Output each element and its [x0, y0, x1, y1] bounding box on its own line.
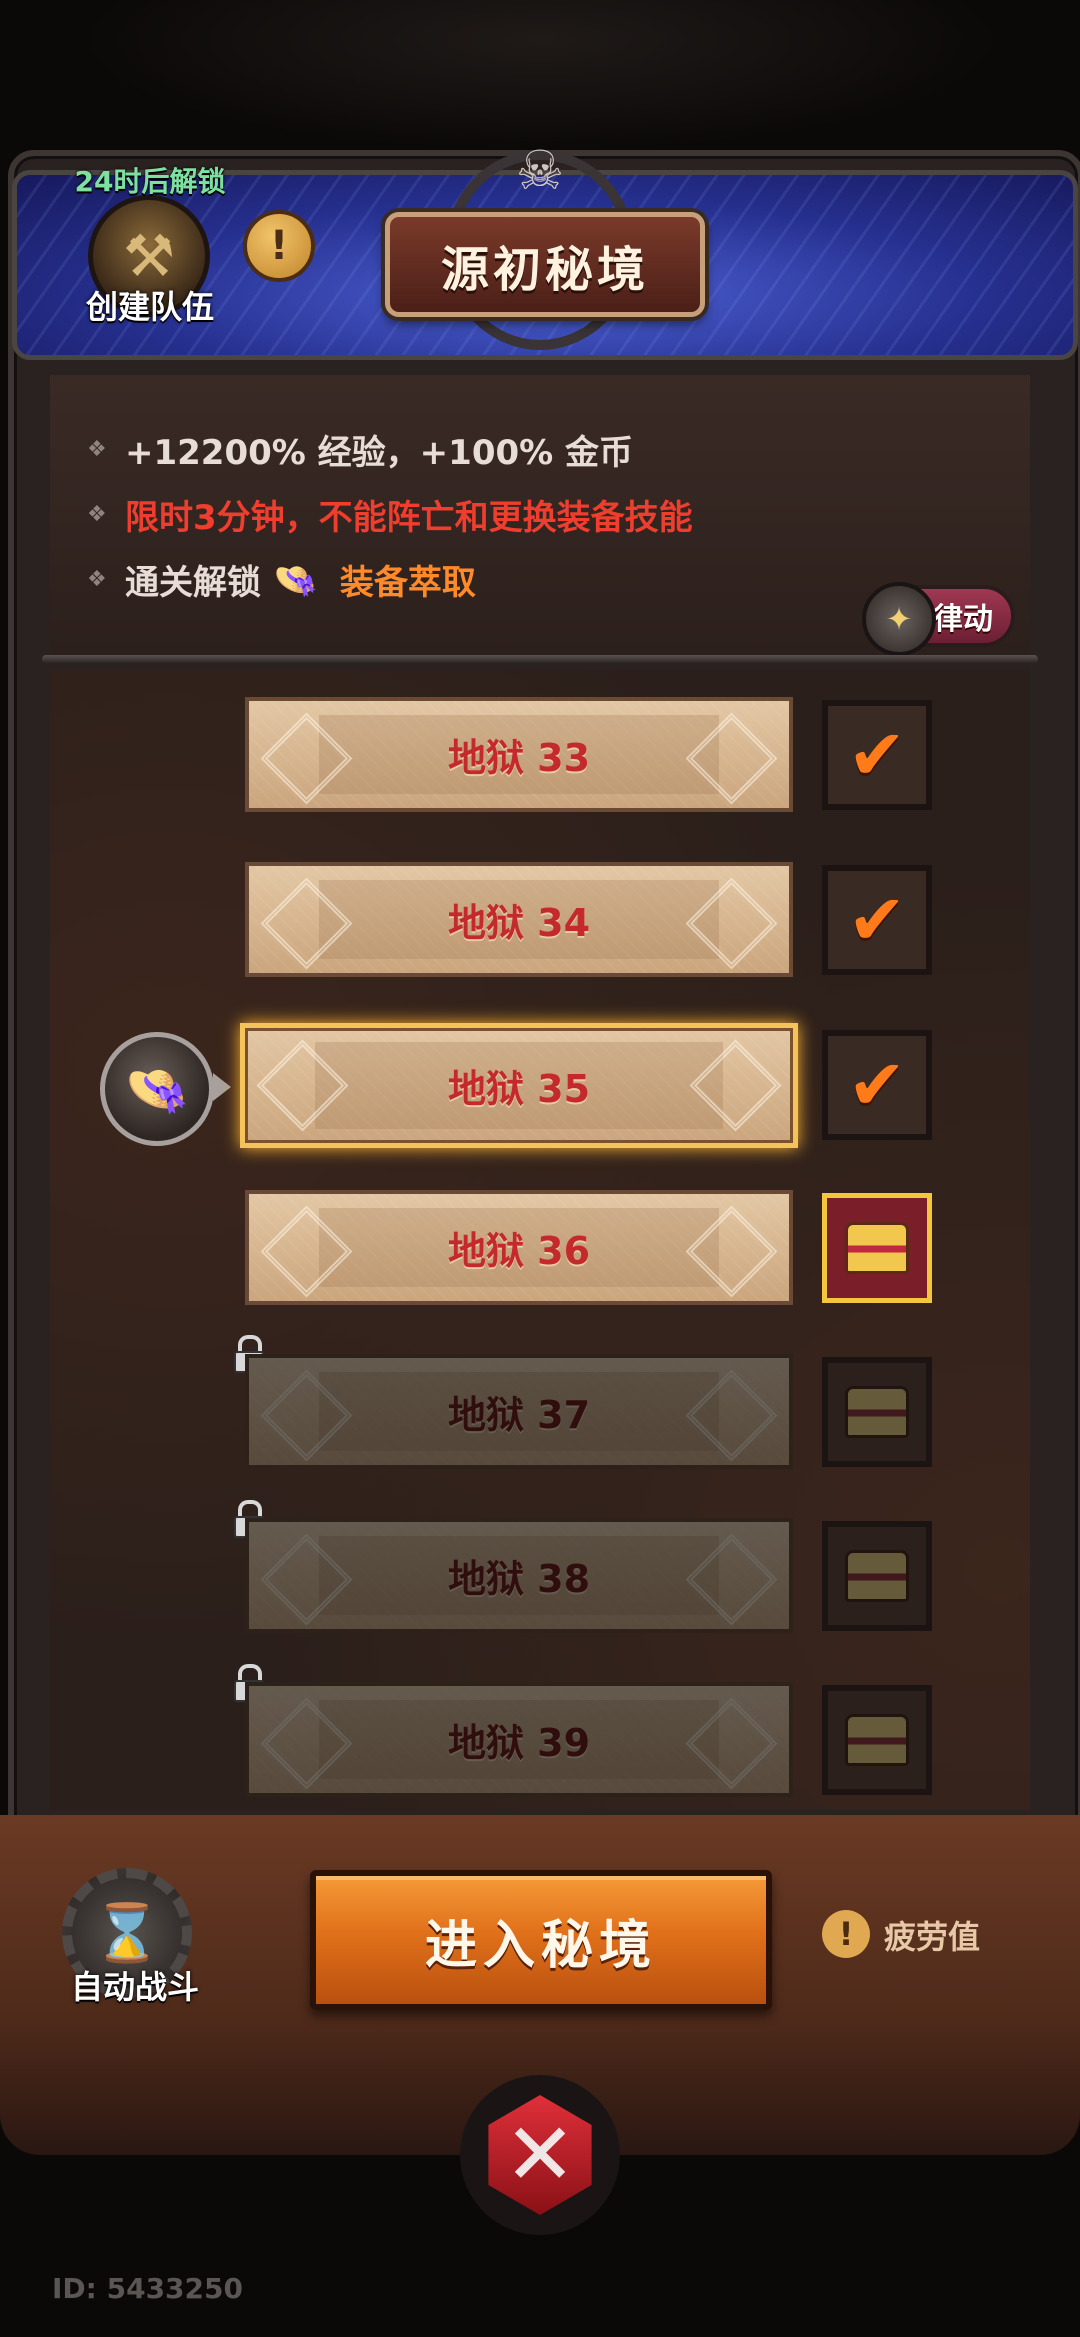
page-title: 源初秘境 — [440, 241, 649, 298]
user-id: ID: 5433250 — [52, 2272, 243, 2305]
level-item-37[interactable]: 地狱 37 — [245, 1354, 793, 1469]
bullet-icon: ❖ — [87, 502, 107, 527]
chest-icon — [845, 1386, 909, 1438]
limit-row: ❖ 限时3分钟，不能阵亡和更换装备技能 — [87, 490, 693, 539]
level-label: 地狱 39 — [447, 1721, 591, 1765]
level-label: 地狱 36 — [447, 1229, 591, 1273]
level-label: 地狱 33 — [447, 736, 591, 780]
bonus-row: ❖ +12200% 经验，+100% 金币 — [87, 425, 634, 474]
unlock-row: ❖ 通关解锁 👒 装备萃取 — [87, 555, 476, 604]
level-label: 地狱 38 — [447, 1557, 591, 1601]
rhythm-emblem-icon: ✦ — [862, 582, 936, 656]
info-button[interactable]: ! — [243, 210, 315, 282]
limit-text: 限时3分钟，不能阵亡和更换装备技能 — [125, 498, 693, 538]
enter-dungeon-button[interactable]: 进入秘境 — [310, 1870, 772, 2010]
chest-icon — [845, 1714, 909, 1766]
close-icon: ✕ — [488, 2095, 592, 2215]
enter-dungeon-label: 进入秘境 — [424, 1915, 657, 1976]
bullet-icon: ❖ — [87, 567, 107, 592]
level-item-38[interactable]: 地狱 38 — [245, 1518, 793, 1633]
level-status-33: ✔ — [822, 700, 932, 810]
axe-icon: ⚒ — [123, 222, 175, 290]
bonus-text: +12200% 经验，+100% 金币 — [125, 433, 634, 473]
check-icon: ✔ — [847, 879, 907, 961]
level-item-36[interactable]: 地狱 36 — [245, 1190, 793, 1305]
team-unlock-note: 24时后解锁 — [74, 165, 226, 198]
skull-icon: ☠ — [515, 138, 565, 202]
create-team-label: 创建队伍 — [85, 288, 214, 326]
divider — [42, 655, 1038, 663]
bullet-icon: ❖ — [87, 437, 107, 462]
check-icon: ✔ — [847, 1044, 907, 1126]
close-button[interactable]: ✕ — [460, 2075, 620, 2235]
auto-battle-label: 自动战斗 — [70, 1968, 199, 2006]
level-label: 地狱 37 — [447, 1393, 591, 1437]
level-label: 地狱 34 — [447, 901, 591, 945]
level-status-34: ✔ — [822, 865, 932, 975]
fatigue-label[interactable]: 疲劳值 — [884, 1912, 980, 1958]
fatigue-info-icon[interactable]: ! — [822, 1910, 870, 1958]
hat-icon: 👒 — [273, 559, 318, 601]
level-item-34[interactable]: 地狱 34 — [245, 862, 793, 977]
reward-chest-button[interactable] — [822, 1193, 932, 1303]
hourglass-icon: ⌛ — [92, 1901, 162, 1966]
chest-icon — [845, 1222, 909, 1274]
unlock-prefix: 通关解锁 — [125, 563, 261, 603]
hat-icon: 👒 — [124, 1059, 190, 1120]
level-status-39 — [822, 1685, 932, 1795]
rhythm-label: 律动 — [933, 602, 993, 637]
current-level-marker: 👒 — [100, 1032, 231, 1146]
check-icon: ✔ — [847, 714, 907, 796]
level-label: 地狱 35 — [447, 1067, 591, 1111]
title-plate: 源初秘境 — [385, 212, 705, 317]
level-item-39[interactable]: 地狱 39 — [245, 1682, 793, 1797]
level-status-35: ✔ — [822, 1030, 932, 1140]
chest-icon — [845, 1550, 909, 1602]
level-status-37 — [822, 1357, 932, 1467]
unlock-reward: 装备萃取 — [339, 563, 476, 603]
level-item-33[interactable]: 地狱 33 — [245, 697, 793, 812]
level-status-38 — [822, 1521, 932, 1631]
level-item-35[interactable]: 地狱 35 — [240, 1023, 798, 1148]
